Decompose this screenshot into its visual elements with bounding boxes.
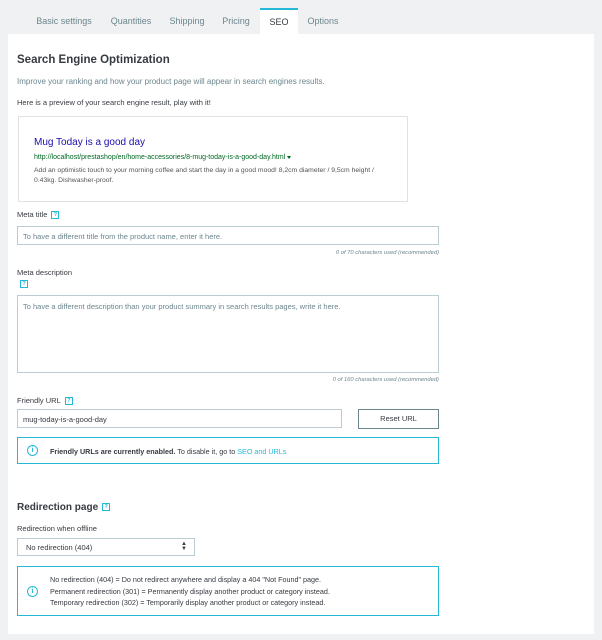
redirection-info-alert: i No redirection (404) = Do not redirect… bbox=[17, 566, 439, 616]
help-icon[interactable]: ? bbox=[20, 280, 28, 288]
info-line-302: Temporary redirection (302) = Temporaril… bbox=[50, 598, 326, 607]
meta-description-counter: 0 of 160 characters used (recommended) bbox=[332, 377, 439, 383]
friendly-url-label: Friendly URL? bbox=[17, 396, 73, 406]
preview-url-text: http://localhost/prestashop/en/home-acce… bbox=[34, 154, 286, 161]
preview-description: Add an optimistic touch to your morning … bbox=[34, 167, 374, 184]
seo-panel: Search Engine Optimization Improve your … bbox=[8, 34, 594, 634]
meta-description-textarea[interactable]: To have a different description than you… bbox=[17, 295, 439, 373]
info-line-404: No redirection (404) = Do not redirect a… bbox=[50, 575, 321, 584]
reset-url-button[interactable]: Reset URL bbox=[358, 409, 439, 429]
meta-title-input[interactable]: To have a different title from the produ… bbox=[17, 226, 439, 245]
seo-subtitle: Improve your ranking and how your produc… bbox=[17, 77, 325, 86]
redirection-info-text: No redirection (404) = Do not redirect a… bbox=[50, 574, 330, 609]
redirection-title-text: Redirection page bbox=[17, 502, 99, 513]
friendly-url-input[interactable]: mug-today-is-a-good-day bbox=[17, 409, 342, 428]
meta-title-label: Meta title? bbox=[17, 210, 60, 220]
caret-down-icon bbox=[287, 155, 292, 159]
redirection-select[interactable]: No redirection (404) ▲ ▼ bbox=[17, 538, 195, 556]
friendly-url-alert-text: Friendly URLs are currently enabled. To … bbox=[50, 447, 286, 456]
redirection-title: Redirection page? bbox=[17, 502, 111, 513]
tab-options[interactable]: Options bbox=[302, 8, 344, 34]
seo-and-urls-link[interactable]: SEO and URLs bbox=[237, 447, 286, 456]
select-arrows-icon: ▲ ▼ bbox=[181, 541, 187, 552]
search-preview: Mug Today is a good day http://localhost… bbox=[18, 116, 408, 202]
meta-title-label-text: Meta title bbox=[17, 210, 48, 219]
redirection-selected-value: No redirection (404) bbox=[26, 543, 93, 552]
info-icon: i bbox=[27, 445, 38, 456]
redirection-label: Redirection when offline bbox=[17, 524, 97, 533]
info-icon: i bbox=[27, 586, 38, 597]
tab-pricing[interactable]: Pricing bbox=[216, 8, 256, 34]
tab-quantities[interactable]: Quantities bbox=[104, 8, 158, 34]
friendly-url-alert: i Friendly URLs are currently enabled. T… bbox=[17, 437, 439, 464]
help-icon[interactable]: ? bbox=[51, 211, 60, 220]
meta-title-counter: 0 of 70 characters used (recommended) bbox=[335, 250, 439, 256]
friendly-alert-text: To disable it, go to bbox=[175, 447, 238, 456]
info-line-301: Permanent redirection (301) = Permanentl… bbox=[50, 586, 330, 596]
preview-url: http://localhost/prestashop/en/home-acce… bbox=[34, 154, 292, 161]
preview-title: Mug Today is a good day bbox=[34, 137, 146, 148]
tab-seo[interactable]: SEO bbox=[260, 8, 298, 34]
tab-basic-settings[interactable]: Basic settings bbox=[30, 8, 98, 34]
meta-description-label: Meta description bbox=[17, 268, 73, 277]
tab-shipping[interactable]: Shipping bbox=[164, 8, 210, 34]
help-icon[interactable]: ? bbox=[102, 503, 111, 512]
friendly-alert-bold: Friendly URLs are currently enabled. bbox=[50, 447, 176, 456]
friendly-url-label-text: Friendly URL bbox=[17, 396, 61, 405]
help-icon[interactable]: ? bbox=[64, 397, 73, 406]
preview-label: Here is a preview of your search engine … bbox=[17, 98, 211, 107]
seo-title: Search Engine Optimization bbox=[17, 54, 170, 66]
